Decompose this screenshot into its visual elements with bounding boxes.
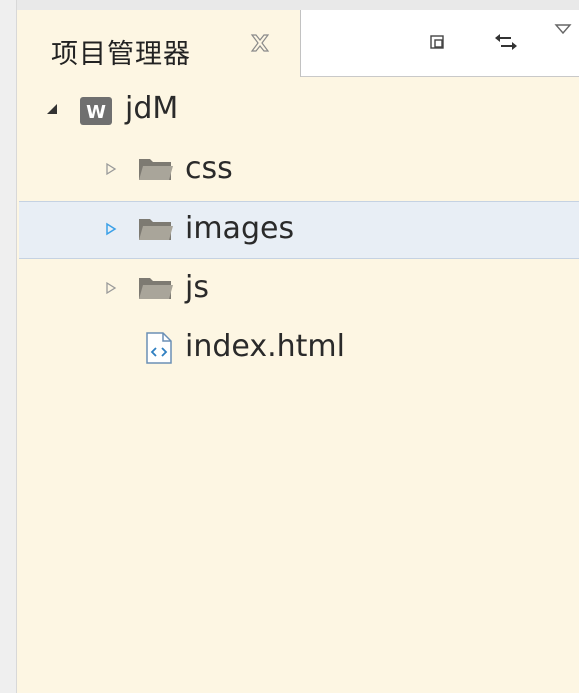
collapsed-triangle-icon[interactable] (105, 280, 117, 299)
tree-row-folder[interactable]: css (17, 142, 579, 198)
view-toolbar (301, 10, 579, 77)
collapsed-triangle-icon[interactable] (105, 161, 117, 180)
svg-text:W: W (86, 102, 106, 123)
project-explorer-view: 项目管理器 W jdM css images js index.html (16, 0, 579, 693)
folder-icon (137, 273, 175, 307)
close-icon[interactable] (249, 32, 271, 60)
tab-project-explorer[interactable]: 项目管理器 (17, 10, 301, 77)
tree-row-folder[interactable]: js (17, 261, 579, 317)
view-menu-icon[interactable] (553, 22, 573, 42)
tab-title: 项目管理器 (51, 39, 191, 70)
link-with-editor-icon[interactable] (493, 30, 519, 58)
folder-icon (137, 214, 175, 248)
tree-row-project[interactable]: W jdM (17, 82, 579, 138)
tree-item-label: images (185, 211, 295, 246)
folder-icon (137, 154, 175, 188)
web-project-icon: W (79, 96, 113, 130)
tree-item-label: js (185, 270, 209, 305)
minimize-icon[interactable] (429, 34, 447, 56)
collapsed-triangle-icon[interactable] (105, 221, 117, 240)
tree-item-label: index.html (185, 329, 345, 364)
expanded-triangle-icon[interactable] (45, 101, 59, 120)
view-tab-bar: 项目管理器 (17, 0, 579, 77)
tree-item-label: css (185, 151, 233, 186)
tree-row-folder-selected[interactable]: images (19, 201, 579, 259)
project-label: jdM (125, 91, 179, 126)
html-file-icon (145, 331, 173, 369)
tree-row-file[interactable]: index.html (17, 320, 579, 376)
